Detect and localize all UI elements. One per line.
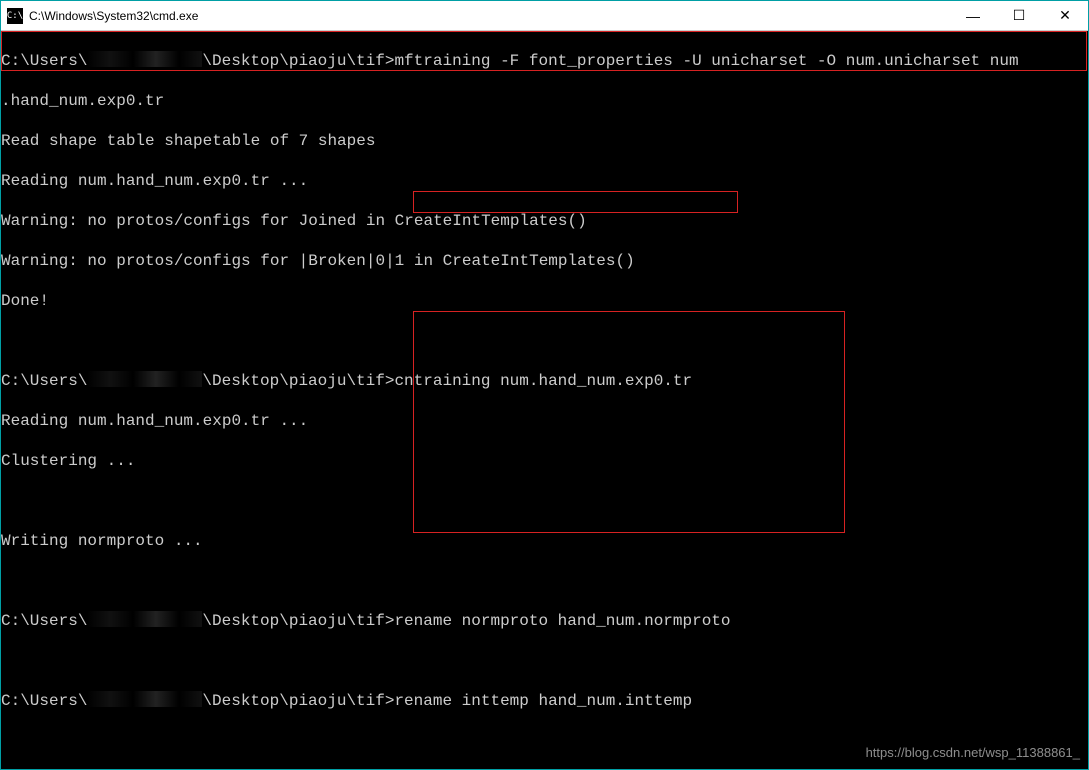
close-button[interactable]: ✕ — [1042, 1, 1088, 30]
prompt-suffix: \Desktop\piaoju\tif> — [202, 52, 394, 70]
terminal-line: Warning: no protos/configs for |Broken|0… — [1, 251, 1088, 271]
terminal-line: C:\Users\ \Desktop\piaoju\tif>cntraining … — [1, 371, 1088, 391]
prompt-suffix: \Desktop\piaoju\tif> — [202, 612, 394, 630]
redacted-username — [87, 611, 202, 627]
command-text: .hand_num.exp0.tr — [1, 92, 164, 110]
terminal-line — [1, 731, 1088, 751]
output-text: Warning: no protos/configs for Joined in… — [1, 212, 587, 230]
redacted-username — [87, 371, 202, 387]
minimize-button[interactable]: — — [950, 1, 996, 30]
prompt-prefix: C:\Users\ — [1, 52, 87, 70]
terminal-line: Reading num.hand_num.exp0.tr ... — [1, 411, 1088, 431]
redacted-username — [87, 51, 202, 67]
command-text: rename inttemp hand_num.inttemp — [394, 692, 692, 710]
terminal-line — [1, 571, 1088, 591]
highlight-box — [413, 191, 738, 213]
terminal-line: Warning: no protos/configs for Joined in… — [1, 211, 1088, 231]
window-controls: — ☐ ✕ — [950, 1, 1088, 30]
output-text: Reading num.hand_num.exp0.tr ... — [1, 172, 308, 190]
output-text: Reading num.hand_num.exp0.tr ... — [1, 412, 308, 430]
terminal-line: Reading num.hand_num.exp0.tr ... — [1, 171, 1088, 191]
cmd-icon: C:\ — [7, 8, 23, 24]
terminal-line: .hand_num.exp0.tr — [1, 91, 1088, 111]
command-text: cntraining num.hand_num.exp0.tr — [394, 372, 692, 390]
command-text: mftraining -F font_properties -U unichar… — [394, 52, 1018, 70]
terminal-line — [1, 331, 1088, 351]
terminal-line: C:\Users\ \Desktop\piaoju\tif>rename norm… — [1, 611, 1088, 631]
command-text: rename normproto hand_num.normproto — [394, 612, 730, 630]
window-title: C:\Windows\System32\cmd.exe — [29, 9, 950, 23]
terminal-line: Writing normproto ... — [1, 531, 1088, 551]
prompt-prefix: C:\Users\ — [1, 692, 87, 710]
terminal-line: C:\Users\ \Desktop\piaoju\tif>mftraining … — [1, 51, 1088, 71]
cmd-window: C:\ C:\Windows\System32\cmd.exe — ☐ ✕ C:… — [0, 0, 1089, 770]
prompt-suffix: \Desktop\piaoju\tif> — [202, 692, 394, 710]
prompt-prefix: C:\Users\ — [1, 372, 87, 390]
terminal-line: Read shape table shapetable of 7 shapes — [1, 131, 1088, 151]
prompt-prefix: C:\Users\ — [1, 612, 87, 630]
output-text: Clustering ... — [1, 452, 135, 470]
output-text: Done! — [1, 292, 49, 310]
terminal-line: C:\Users\ \Desktop\piaoju\tif>rename intt… — [1, 691, 1088, 711]
redacted-username — [87, 691, 202, 707]
terminal-line — [1, 651, 1088, 671]
output-text: Warning: no protos/configs for |Broken|0… — [1, 252, 635, 270]
output-text: Writing normproto ... — [1, 532, 203, 550]
terminal-line: Done! — [1, 291, 1088, 311]
terminal-output[interactable]: C:\Users\\Desktop\piaoju\tif>mftraining … — [1, 31, 1088, 769]
prompt-suffix: \Desktop\piaoju\tif> — [202, 372, 394, 390]
output-text: Read shape table shapetable of 7 shapes — [1, 132, 375, 150]
terminal-line — [1, 491, 1088, 511]
titlebar[interactable]: C:\ C:\Windows\System32\cmd.exe — ☐ ✕ — [1, 1, 1088, 31]
terminal-line: Clustering ... — [1, 451, 1088, 471]
maximize-button[interactable]: ☐ — [996, 1, 1042, 30]
